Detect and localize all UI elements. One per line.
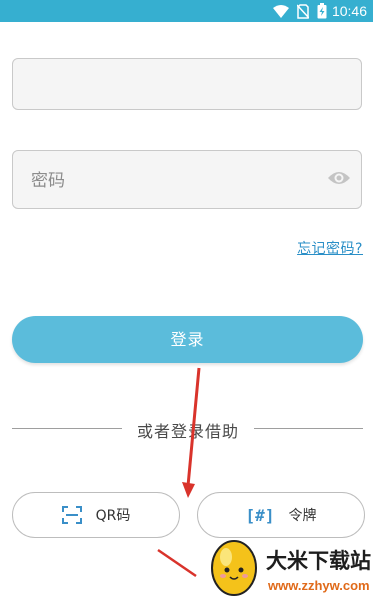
alternative-login-label: 或者登录借助 [136,422,239,441]
password-field[interactable] [12,150,362,210]
no-sim-icon [297,3,309,19]
status-time: 10:46 [331,3,367,19]
divider-right [254,428,363,429]
token-icon: [#] [245,505,275,525]
watermark-title: 大米下载站 [266,549,371,573]
token-login-button[interactable]: [#] 令牌 [197,492,365,538]
watermark-mascot-icon [211,540,257,596]
qr-login-button[interactable]: QR码 [12,492,180,538]
watermark-url: www.zzhyw.com [268,578,370,593]
eye-icon[interactable] [327,169,351,187]
status-icons [273,3,327,19]
password-input[interactable] [29,151,323,210]
wifi-icon [273,4,289,18]
divider-left [12,428,122,429]
battery-charging-icon [317,3,327,19]
status-bar: 10:46 [0,0,373,22]
annotation-arrow-diagonal [157,548,197,578]
username-field[interactable] [12,58,362,110]
token-login-label: 令牌 [288,508,317,524]
watermark: 大米下载站 www.zzhyw.com [204,535,373,602]
forgot-password-link[interactable]: 忘记密码? [297,238,363,258]
login-button[interactable]: 登录 [12,316,363,363]
qr-scan-icon [61,506,82,524]
qr-login-label: QR码 [95,508,131,524]
